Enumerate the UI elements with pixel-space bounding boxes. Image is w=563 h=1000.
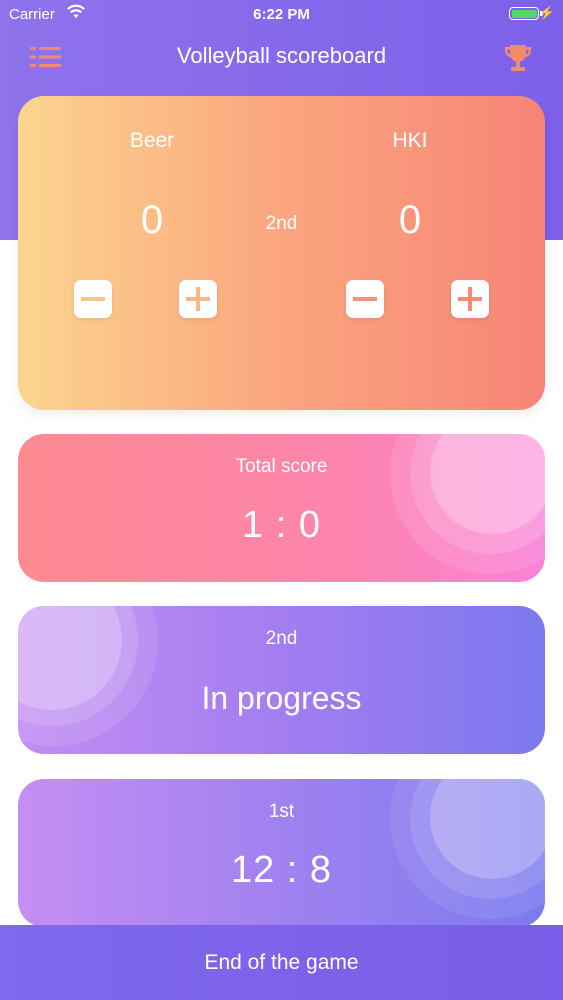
minus-icon <box>353 297 377 301</box>
current-set-card[interactable]: 2nd In progress <box>18 606 545 754</box>
set-card[interactable]: 1st 12 : 8 <box>18 779 545 927</box>
end-game-button[interactable]: End of the game <box>0 925 563 1000</box>
team-a-name: Beer <box>129 129 175 152</box>
total-score-label: Total score <box>235 456 328 477</box>
nav-bar: Volleyball scoreboard <box>0 30 563 84</box>
page-title: Volleyball scoreboard <box>176 43 387 68</box>
team-a-plus-button[interactable] <box>179 280 217 318</box>
plus-icon <box>186 287 210 311</box>
scoreboard-card: Beer HKI 0 2nd 0 <box>18 96 545 410</box>
status-time: 6:22 PM <box>253 6 310 23</box>
trophy-icon[interactable] <box>501 42 535 74</box>
team-b-minus-button[interactable] <box>346 280 384 318</box>
minus-icon <box>81 297 105 301</box>
team-a-minus-button[interactable] <box>74 280 112 318</box>
current-set-card-label: 2nd <box>265 628 298 649</box>
set-card-label: 1st <box>268 801 295 822</box>
charging-icon: ⚡ <box>538 5 555 20</box>
team-b-name: HKI <box>392 129 428 152</box>
team-b-score: 0 <box>398 198 422 242</box>
status-bar: Carrier 6:22 PM ⚡ <box>0 0 563 30</box>
set-card-score: 12 : 8 <box>230 849 333 891</box>
team-b-plus-button[interactable] <box>451 280 489 318</box>
total-score-value: 1 : 0 <box>242 504 321 546</box>
current-set-status: In progress <box>201 680 362 716</box>
battery-icon <box>509 7 539 20</box>
total-score-card: Total score 1 : 0 <box>18 434 545 582</box>
plus-icon <box>458 287 482 311</box>
